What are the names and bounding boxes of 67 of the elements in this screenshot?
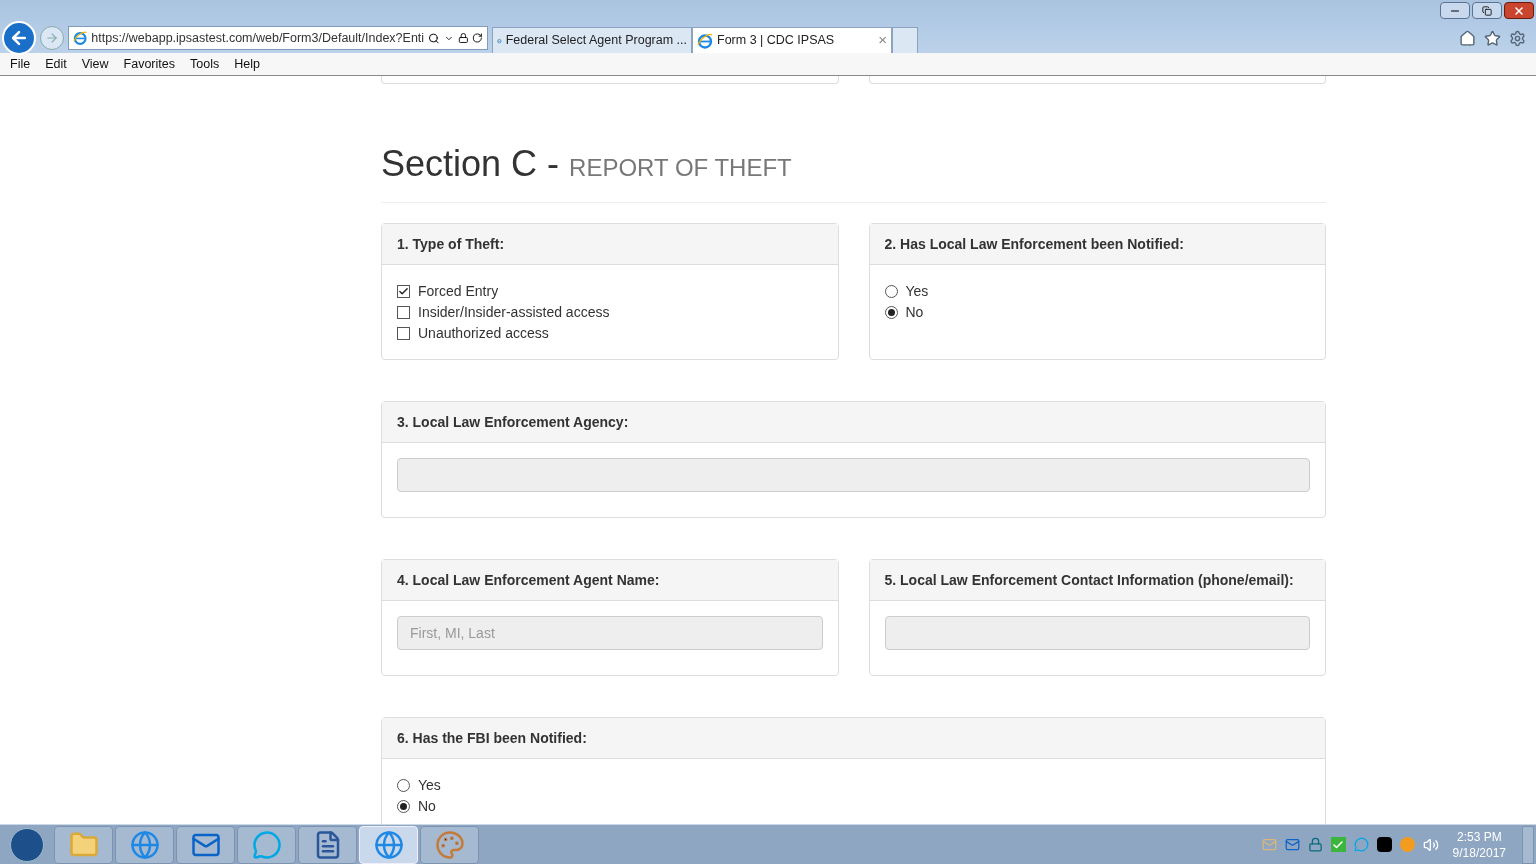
restore-button[interactable] [1472, 2, 1502, 19]
address-text: https://webapp.ipsastest.com/web/Form3/Default/Index?Enti [91, 29, 425, 47]
menu-item[interactable]: View [81, 54, 109, 74]
tab-close-button[interactable]: × [878, 29, 887, 52]
checkbox-label: Forced Entry [418, 282, 499, 301]
globe-icon [373, 829, 404, 860]
radio-button[interactable] [884, 306, 898, 319]
minimize-button[interactable] [1440, 2, 1470, 19]
speaker-icon[interactable] [1422, 836, 1439, 853]
e-logo-icon [73, 30, 88, 46]
taskbar-button[interactable] [298, 825, 357, 864]
radio-label: Yes [905, 282, 929, 301]
checkmark-icon[interactable] [1330, 837, 1346, 852]
checkbox-label: Unauthorized access [418, 324, 549, 343]
radio-button[interactable] [884, 285, 898, 298]
forward-button[interactable] [40, 26, 64, 50]
chat-bubble-icon [251, 829, 282, 860]
radio-button[interactable] [397, 779, 410, 792]
tab-title: Form 3 | CDC IPSAS [717, 32, 836, 50]
mail-icon[interactable] [1284, 837, 1300, 852]
panel-heading: 6. Has the FBI been Notified: [382, 718, 1325, 759]
new-tab-button[interactable] [892, 27, 918, 53]
menu-item[interactable]: Favorites [123, 54, 175, 74]
tab-title: Federal Select Agent Program ... [505, 32, 687, 50]
panel-heading: 1. Type of Theft: [382, 224, 838, 265]
search-icon[interactable] [428, 31, 440, 45]
taskbar-button[interactable] [54, 825, 113, 864]
palette-icon [434, 829, 465, 860]
panel-heading: 3. Local Law Enforcement Agency: [382, 402, 1325, 443]
lock-icon[interactable] [1307, 837, 1323, 852]
radio-button[interactable] [397, 800, 410, 813]
panel-heading: 4. Local Law Enforcement Agent Name: [382, 560, 838, 601]
checkbox[interactable] [397, 285, 410, 298]
radio-label: No [905, 303, 924, 322]
close-window-button[interactable] [1504, 2, 1534, 19]
back-arrow-icon [9, 28, 29, 48]
taskbar-button[interactable] [115, 825, 174, 864]
e-logo-icon [697, 32, 713, 49]
settings-icon[interactable] [1509, 29, 1526, 47]
checkbox-label: Insider/Insider-assisted access [418, 303, 610, 322]
refresh-icon[interactable] [472, 32, 483, 44]
menu-item[interactable]: File [10, 54, 31, 74]
lock-icon [457, 32, 469, 44]
checkbox[interactable] [397, 306, 410, 319]
back-button[interactable] [2, 21, 36, 55]
menu-item[interactable]: Edit [45, 54, 67, 74]
clock-time: 2:53 PM [1456, 828, 1502, 845]
taskbar-button[interactable] [176, 825, 235, 864]
panel-heading: 5. Local Law Enforcement Contact Information (phone/email): [869, 560, 1325, 601]
section-subtitle: REPORT OF THEFT [569, 153, 792, 183]
panel-heading: 2. Has Local Law Enforcement been Notified: [869, 224, 1325, 265]
restore-icon [1482, 5, 1492, 16]
close-icon [1513, 4, 1525, 17]
menu-item[interactable]: Tools [190, 54, 220, 74]
radio-label: Yes [418, 776, 441, 795]
browser-tab[interactable]: Federal Select Agent Program ... [492, 27, 692, 53]
browser-tab[interactable]: Form 3 | CDC IPSAS × [692, 27, 892, 53]
home-icon[interactable] [1459, 29, 1476, 47]
globe-icon [129, 829, 160, 860]
section-title: Section C - [381, 146, 560, 182]
clock-date: 9/18/2017 [1452, 844, 1506, 861]
radio-label: No [418, 797, 436, 816]
forward-arrow-icon [45, 31, 59, 45]
checkbox[interactable] [397, 327, 410, 340]
address-bar[interactable]: https://webapp.ipsastest.com/web/Form3/Default/Index?Enti [68, 26, 488, 50]
star-icon[interactable] [1484, 29, 1501, 47]
menu-item[interactable]: Help [234, 54, 260, 74]
